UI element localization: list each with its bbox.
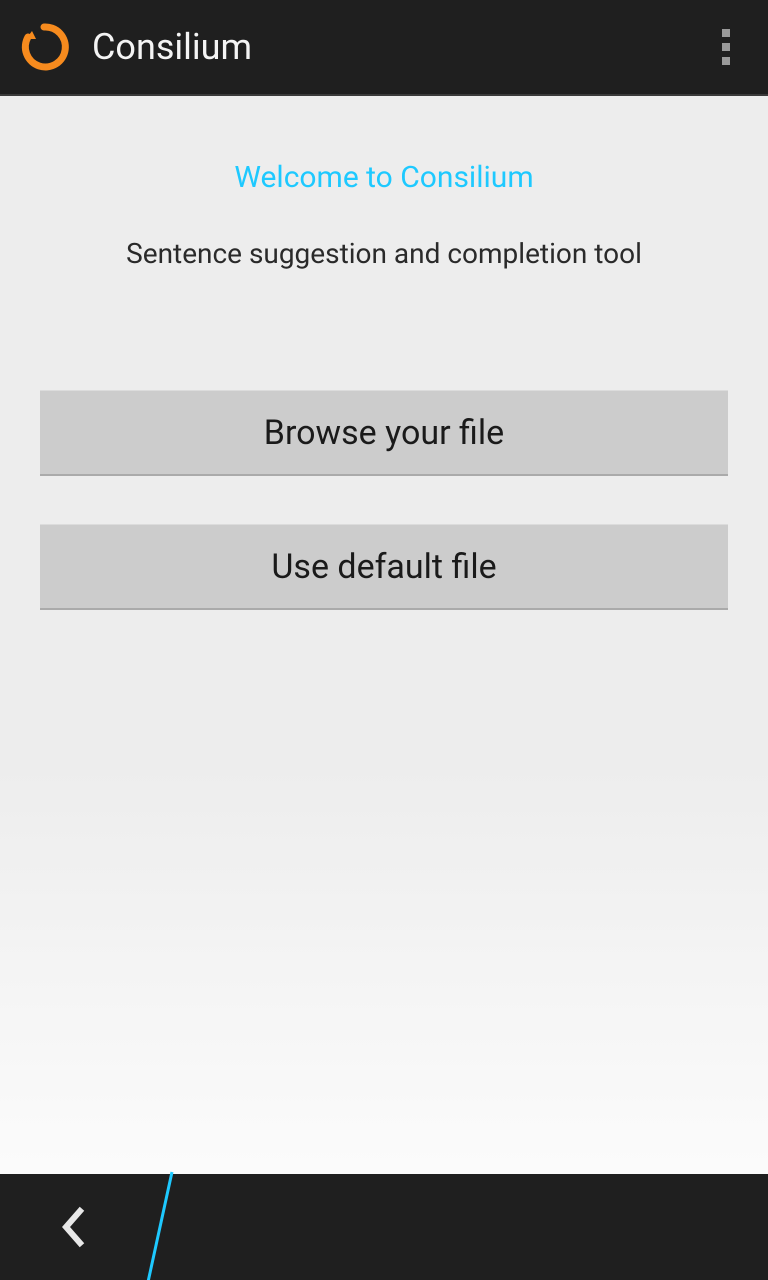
welcome-heading: Welcome to Consilium bbox=[40, 160, 728, 195]
subtitle-text: Sentence suggestion and completion tool bbox=[40, 237, 728, 270]
browse-file-button[interactable]: Browse your file bbox=[40, 390, 728, 476]
back-chevron-icon bbox=[58, 1205, 86, 1249]
bottom-nav-bar bbox=[0, 1174, 768, 1280]
nav-divider-icon bbox=[144, 1174, 184, 1280]
app-title: Consilium bbox=[92, 26, 702, 68]
app-logo-icon bbox=[18, 21, 70, 73]
use-default-file-button[interactable]: Use default file bbox=[40, 524, 728, 610]
app-header: Consilium bbox=[0, 0, 768, 96]
overflow-menu-icon[interactable] bbox=[702, 23, 750, 71]
back-button[interactable] bbox=[0, 1174, 144, 1280]
main-content: Welcome to Consilium Sentence suggestion… bbox=[0, 96, 768, 1174]
